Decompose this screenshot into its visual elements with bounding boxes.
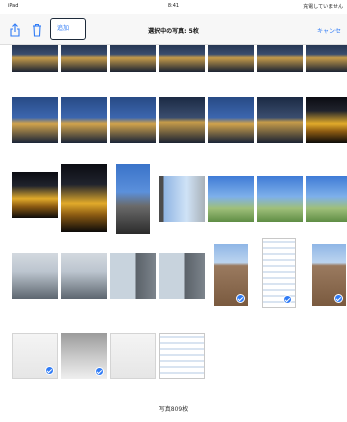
selected-check-icon <box>236 294 245 303</box>
photo-thumbnail[interactable] <box>159 97 205 143</box>
photo-thumbnail[interactable] <box>61 97 107 143</box>
photo-thumbnail[interactable] <box>306 176 347 222</box>
photo-thumbnail[interactable] <box>12 333 58 379</box>
photo-thumbnail[interactable] <box>12 253 58 299</box>
photo-thumbnail[interactable] <box>214 244 248 306</box>
photo-thumbnail[interactable] <box>116 164 150 234</box>
clock-label: 8:41 <box>167 3 180 9</box>
photo-thumbnail[interactable] <box>306 97 347 143</box>
photo-thumbnail[interactable] <box>159 253 205 299</box>
photo-thumbnail[interactable] <box>110 97 156 143</box>
photo-thumbnail[interactable] <box>61 333 107 379</box>
photo-thumbnail[interactable] <box>208 176 254 222</box>
selected-check-icon <box>283 295 292 304</box>
photo-thumbnail[interactable] <box>61 164 107 232</box>
photo-thumbnail[interactable] <box>159 333 205 379</box>
photo-thumbnail[interactable] <box>12 97 58 143</box>
photo-thumbnail[interactable] <box>61 253 107 299</box>
photo-thumbnail[interactable] <box>110 253 156 299</box>
photo-thumbnail[interactable] <box>257 176 303 222</box>
selected-check-icon <box>95 367 104 376</box>
charging-status: 充電していません <box>303 4 343 10</box>
cancel-button[interactable]: キャンセ <box>317 26 341 35</box>
photo-grid <box>0 0 347 422</box>
selected-check-icon <box>334 294 343 303</box>
photo-thumbnail[interactable] <box>110 333 156 379</box>
photo-thumbnail[interactable] <box>159 176 205 222</box>
photo-thumbnail[interactable] <box>262 238 296 308</box>
selection-toolbar: 追加 選択中の写真: 5枚 キャンセ <box>0 14 347 45</box>
photo-thumbnail[interactable] <box>12 172 58 218</box>
photo-count: 写真809枚 <box>158 406 189 413</box>
photo-thumbnail[interactable] <box>312 244 346 306</box>
photo-thumbnail[interactable] <box>257 97 303 143</box>
selection-title: 選択中の写真: 5枚 <box>148 28 199 35</box>
selected-check-icon <box>45 366 54 375</box>
photo-thumbnail[interactable] <box>208 97 254 143</box>
status-bar: iPad 8:41 充電していません <box>0 0 347 12</box>
